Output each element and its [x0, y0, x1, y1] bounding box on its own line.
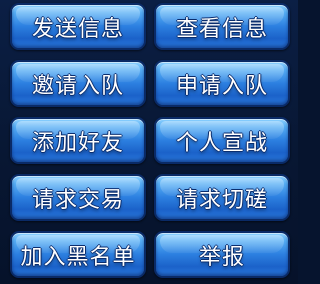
apply-to-team-label: 申请入队 [175, 73, 268, 99]
view-info-button[interactable]: 查看信息 [154, 3, 290, 50]
invite-to-team-label: 邀请入队 [31, 73, 124, 99]
request-trade-button[interactable]: 请求交易 [10, 174, 146, 221]
send-message-button[interactable]: 发送信息 [10, 3, 146, 50]
invite-to-team-button[interactable]: 邀请入队 [10, 60, 146, 107]
personal-challenge-button[interactable]: 个人宣战 [154, 117, 290, 164]
report-label: 举报 [198, 244, 245, 270]
view-info-label: 查看信息 [175, 16, 268, 42]
add-to-blacklist-label: 加入黑名单 [20, 244, 136, 270]
player-action-menu: 发送信息 查看信息 邀请入队 申请入队 添加好友 个人宣战 请求交易 请求切磋 … [0, 0, 298, 284]
request-trade-label: 请求交易 [31, 187, 124, 213]
add-to-blacklist-button[interactable]: 加入黑名单 [10, 231, 146, 278]
action-button-grid: 发送信息 查看信息 邀请入队 申请入队 添加好友 个人宣战 请求交易 请求切磋 … [10, 3, 292, 278]
add-friend-label: 添加好友 [31, 130, 124, 156]
request-duel-button[interactable]: 请求切磋 [154, 174, 290, 221]
add-friend-button[interactable]: 添加好友 [10, 117, 146, 164]
send-message-label: 发送信息 [31, 16, 124, 42]
apply-to-team-button[interactable]: 申请入队 [154, 60, 290, 107]
request-duel-label: 请求切磋 [175, 187, 268, 213]
report-button[interactable]: 举报 [154, 231, 290, 278]
personal-challenge-label: 个人宣战 [175, 130, 268, 156]
